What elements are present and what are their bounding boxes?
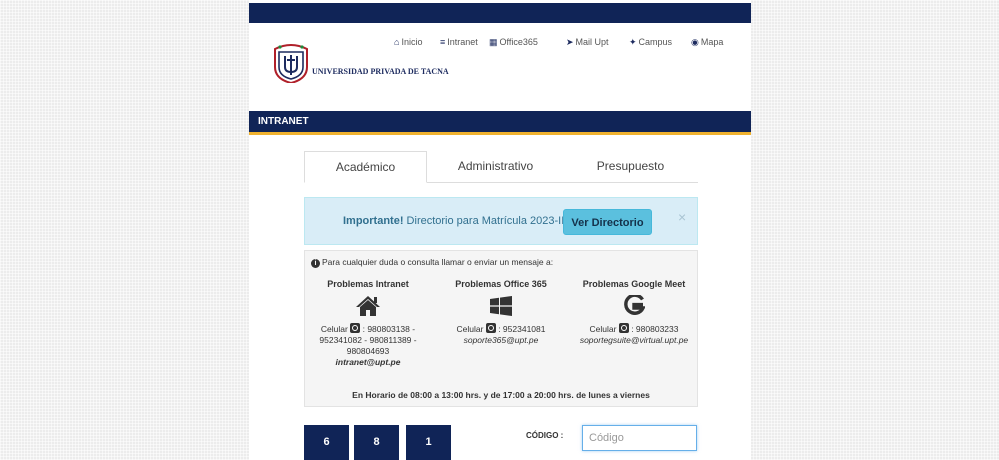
nav-mail-upt[interactable]: ➤ Mail Upt — [566, 37, 609, 48]
tab-presupuesto[interactable]: Presupuesto — [563, 151, 698, 182]
contact-email[interactable]: soportegsuite@virtual.upt.pe — [569, 335, 699, 346]
section-title: INTRANET — [258, 116, 309, 127]
tab-academico[interactable]: Académico — [304, 151, 427, 183]
alert-message: Importante! Directorio para Matrícula 20… — [343, 215, 565, 227]
contact-intro: i Para cualquier duda o consulta llamar o… — [311, 257, 553, 268]
whatsapp-icon — [485, 323, 496, 333]
contact-hours: En Horario de 08:00 a 13:00 hrs. y de 17… — [352, 390, 650, 400]
column-title: Problemas Google Meet — [582, 279, 686, 289]
windows-icon — [490, 296, 512, 316]
tab-administrativo[interactable]: Administrativo — [428, 151, 563, 182]
column-title: Problemas Office 365 — [455, 279, 547, 289]
page-container: UNIVERSIDAD PRIVADA DE TACNA ⌂ Inicio ≡ In… — [249, 0, 751, 460]
nav-office365[interactable]: ▦ Office365 — [489, 37, 538, 48]
google-icon — [624, 295, 645, 315]
contact-column-office365: Problemas Office 365 Celular : 952341081… — [436, 279, 566, 346]
nav-inicio[interactable]: ⌂ Inicio — [394, 37, 422, 47]
top-bar — [249, 3, 751, 23]
send-icon: ➤ — [566, 37, 574, 47]
tab-bar: Académico Administrativo Presupuesto — [304, 151, 698, 183]
whatsapp-icon — [618, 323, 629, 333]
captcha-digit: 8 — [354, 425, 399, 460]
whatsapp-icon — [350, 323, 361, 333]
contact-panel: i Para cualquier duda o consulta llamar o… — [304, 250, 698, 407]
captcha-digit: 1 — [406, 425, 451, 460]
nav-campus[interactable]: ✦ Campus — [629, 37, 672, 48]
contact-column-intranet: Problemas Intranet Celular : 980803138 -… — [303, 279, 433, 368]
nav-mapa[interactable]: ◉ Mapa — [691, 37, 723, 48]
column-title: Problemas Intranet — [327, 279, 409, 289]
globe-icon: ◉ — [691, 37, 699, 47]
university-name: UNIVERSIDAD PRIVADA DE TACNA — [312, 67, 449, 76]
alert-banner: Importante! Directorio para Matrícula 20… — [304, 197, 698, 245]
section-header: INTRANET — [249, 111, 751, 135]
code-label: CÓDIGO : — [526, 431, 564, 440]
office-icon: ▦ — [489, 37, 498, 47]
code-input[interactable] — [582, 425, 697, 451]
captcha-digit: 6 — [304, 425, 349, 460]
campus-icon: ✦ — [629, 37, 637, 47]
contact-email[interactable]: soporte365@upt.pe — [436, 335, 566, 346]
home-icon — [356, 296, 380, 316]
top-nav: ⌂ Inicio ≡ Intranet ▦ Office365 ➤ Mail Upt ✦… — [249, 37, 751, 51]
contact-email[interactable]: intranet@upt.pe — [303, 357, 433, 368]
info-icon: i — [311, 259, 320, 268]
ver-directorio-button[interactable]: Ver Directorio — [563, 209, 652, 235]
server-icon: ≡ — [440, 37, 446, 47]
close-icon[interactable]: × — [678, 209, 686, 225]
nav-intranet[interactable]: ≡ Intranet — [440, 37, 478, 47]
contact-column-google-meet: Problemas Google Meet Celular : 98080323… — [569, 279, 699, 346]
home-icon: ⌂ — [394, 37, 400, 47]
